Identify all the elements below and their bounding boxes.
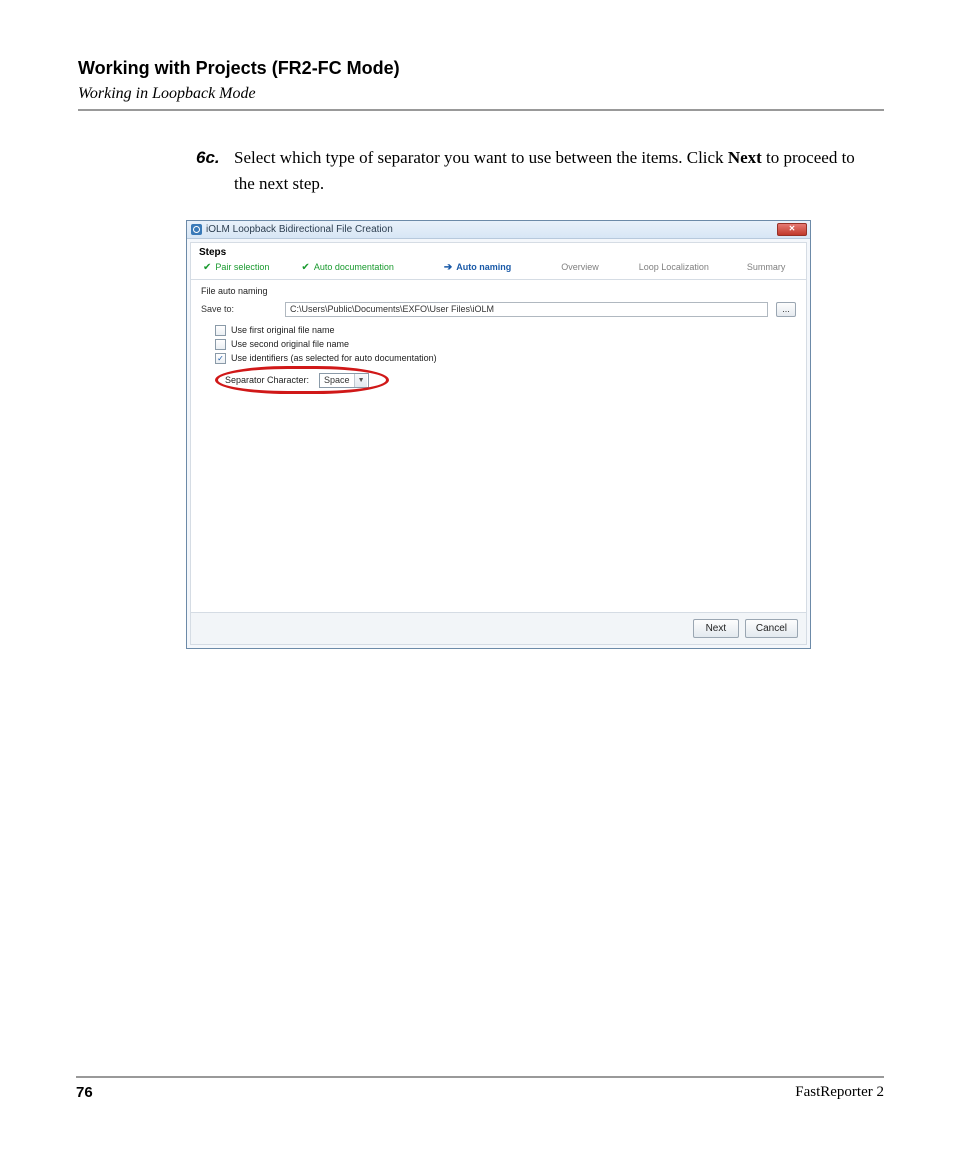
- page-number: 76: [76, 1084, 93, 1101]
- page-subtitle: Working in Loopback Mode: [78, 85, 884, 103]
- save-to-input[interactable]: C:\Users\Public\Documents\EXFO\User File…: [285, 302, 768, 317]
- browse-button[interactable]: ...: [776, 302, 796, 317]
- app-icon: [191, 224, 202, 235]
- step-auto-documentation[interactable]: ✔ Auto documentation: [297, 262, 397, 273]
- checkbox-icon: ✓: [215, 353, 226, 364]
- product-name: FastReporter 2: [795, 1084, 884, 1101]
- step-overview[interactable]: Overview: [557, 262, 603, 273]
- checkbox-use-first-original[interactable]: Use first original file name: [215, 325, 796, 336]
- section-heading: File auto naming: [201, 286, 796, 296]
- separator-select[interactable]: Space ▼: [319, 373, 369, 388]
- close-button[interactable]: ✕: [777, 223, 807, 236]
- separator-row: Separator Character: Space ▼: [223, 371, 375, 390]
- save-to-label: Save to:: [201, 304, 277, 314]
- checkbox-icon: [215, 325, 226, 336]
- check-icon: ✔: [301, 262, 309, 273]
- dialog-window: iOLM Loopback Bidirectional File Creatio…: [186, 220, 811, 649]
- step-number: 6c.: [196, 145, 234, 198]
- step-auto-naming[interactable]: ➔ Auto naming: [440, 262, 515, 273]
- dialog-title: iOLM Loopback Bidirectional File Creatio…: [206, 224, 777, 235]
- step-summary[interactable]: Summary: [743, 262, 790, 273]
- separator-label: Separator Character:: [225, 375, 309, 385]
- step-loop-localization[interactable]: Loop Localization: [635, 262, 713, 273]
- checkbox-use-second-original[interactable]: Use second original file name: [215, 339, 796, 350]
- check-icon: ✔: [203, 262, 211, 273]
- next-button[interactable]: Next: [693, 619, 739, 638]
- chevron-down-icon: ▼: [354, 374, 367, 387]
- cancel-button[interactable]: Cancel: [745, 619, 798, 638]
- steps-label: Steps: [199, 247, 798, 258]
- page-title: Working with Projects (FR2-FC Mode): [78, 58, 884, 79]
- instruction-step: 6c. Select which type of separator you w…: [196, 145, 874, 198]
- checkbox-use-identifiers[interactable]: ✓ Use identifiers (as selected for auto …: [215, 353, 796, 364]
- arrow-icon: ➔: [444, 262, 452, 273]
- title-rule: [78, 109, 884, 111]
- checkbox-icon: [215, 339, 226, 350]
- step-text: Select which type of separator you want …: [234, 145, 874, 198]
- step-pair-selection[interactable]: ✔ Pair selection: [199, 262, 273, 273]
- titlebar: iOLM Loopback Bidirectional File Creatio…: [187, 221, 810, 239]
